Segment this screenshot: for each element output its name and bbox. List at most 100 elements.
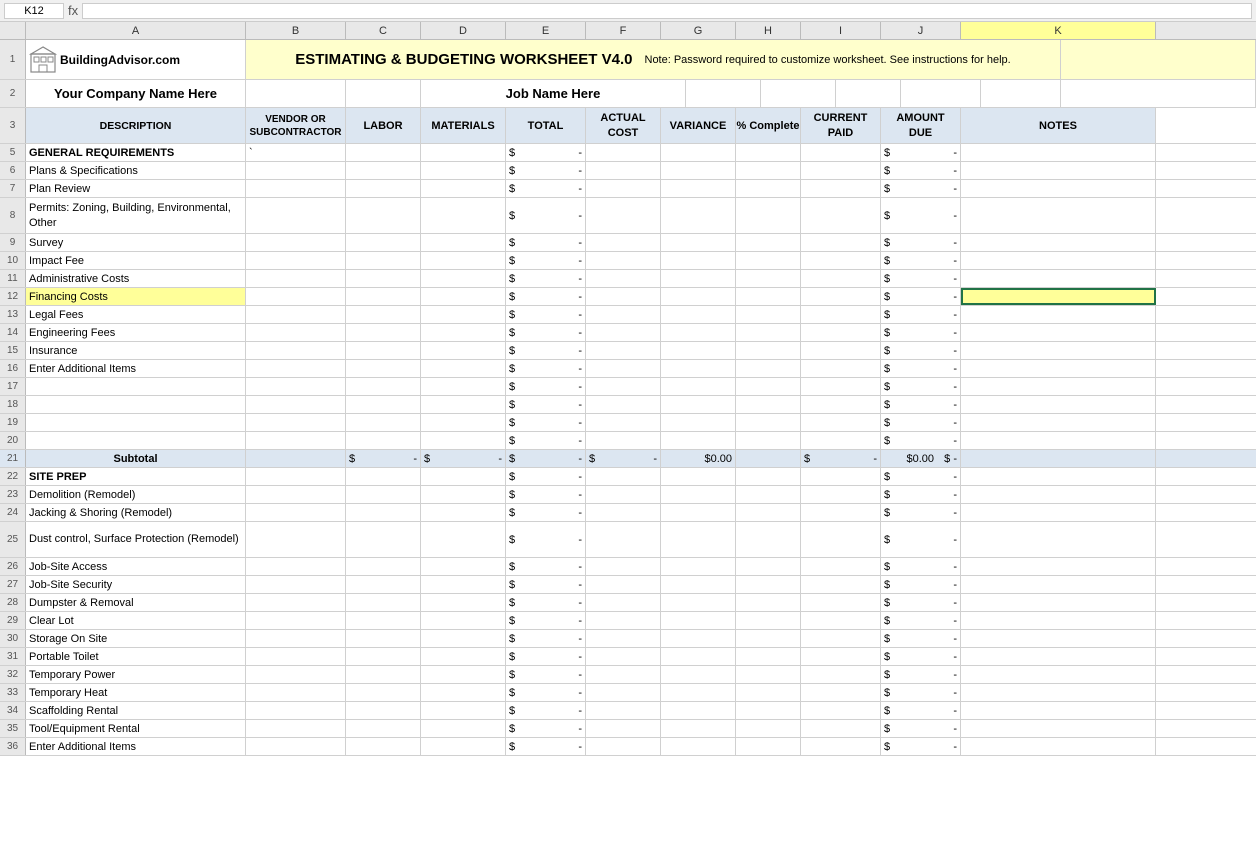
cell-35-variance[interactable]	[661, 720, 736, 737]
cell-17-total[interactable]: $ -	[506, 378, 586, 395]
formula-input[interactable]	[82, 3, 1252, 19]
cell-6-pct[interactable]	[736, 162, 801, 179]
cell-11-paid[interactable]	[801, 270, 881, 287]
cell-22-actual[interactable]	[586, 468, 661, 485]
cell-26-notes[interactable]	[961, 558, 1156, 575]
cell-20-labor[interactable]	[346, 432, 421, 449]
cell-23-total[interactable]: $ -	[506, 486, 586, 503]
cell-20-variance[interactable]	[661, 432, 736, 449]
cell-11-notes[interactable]	[961, 270, 1156, 287]
cell-6-desc[interactable]: Plans & Specifications	[26, 162, 246, 179]
cell-16-paid[interactable]	[801, 360, 881, 377]
cell-23-pct[interactable]	[736, 486, 801, 503]
cell-34-actual[interactable]	[586, 702, 661, 719]
cell-30-actual[interactable]	[586, 630, 661, 647]
cell-29-actual[interactable]	[586, 612, 661, 629]
cell-20-notes[interactable]	[961, 432, 1156, 449]
cell-25-paid[interactable]	[801, 522, 881, 557]
cell-16-due[interactable]: $ -	[881, 360, 961, 377]
cell-13-desc[interactable]: Legal Fees	[26, 306, 246, 323]
cell-19-vendor[interactable]	[246, 414, 346, 431]
cell-24-materials[interactable]	[421, 504, 506, 521]
cell-36-paid[interactable]	[801, 738, 881, 755]
cell-35-paid[interactable]	[801, 720, 881, 737]
cell-29-total[interactable]: $ -	[506, 612, 586, 629]
cell-7-notes[interactable]	[961, 180, 1156, 197]
cell-11-total[interactable]: $ -	[506, 270, 586, 287]
cell-18-paid[interactable]	[801, 396, 881, 413]
cell-32-actual[interactable]	[586, 666, 661, 683]
cell-36-actual[interactable]	[586, 738, 661, 755]
cell-25-actual[interactable]	[586, 522, 661, 557]
cell-15-materials[interactable]	[421, 342, 506, 359]
cell-15-actual[interactable]	[586, 342, 661, 359]
cell-13-due[interactable]: $ -	[881, 306, 961, 323]
cell-26-labor[interactable]	[346, 558, 421, 575]
cell-8-variance[interactable]	[661, 198, 736, 233]
cell-35-materials[interactable]	[421, 720, 506, 737]
cell-32-variance[interactable]	[661, 666, 736, 683]
cell-33-notes[interactable]	[961, 684, 1156, 701]
cell-13-total[interactable]: $ -	[506, 306, 586, 323]
cell-32-due[interactable]: $ -	[881, 666, 961, 683]
cell-25-materials[interactable]	[421, 522, 506, 557]
cell-29-materials[interactable]	[421, 612, 506, 629]
cell-22-vendor[interactable]	[246, 468, 346, 485]
cell-19-total[interactable]: $ -	[506, 414, 586, 431]
cell-10-pct[interactable]	[736, 252, 801, 269]
cell-7-labor[interactable]	[346, 180, 421, 197]
cell-11-desc[interactable]: Administrative Costs	[26, 270, 246, 287]
cell-31-due[interactable]: $ -	[881, 648, 961, 665]
cell-26-variance[interactable]	[661, 558, 736, 575]
cell-24-labor[interactable]	[346, 504, 421, 521]
cell-35-labor[interactable]	[346, 720, 421, 737]
cell-27-labor[interactable]	[346, 576, 421, 593]
cell-21-pct[interactable]	[736, 450, 801, 467]
cell-34-variance[interactable]	[661, 702, 736, 719]
cell-12-desc[interactable]: Financing Costs	[26, 288, 246, 305]
cell-13-variance[interactable]	[661, 306, 736, 323]
cell-15-due[interactable]: $ -	[881, 342, 961, 359]
cell-19-due[interactable]: $ -	[881, 414, 961, 431]
cell-6-actual[interactable]	[586, 162, 661, 179]
cell-34-labor[interactable]	[346, 702, 421, 719]
cell-22-notes[interactable]	[961, 468, 1156, 485]
cell-29-pct[interactable]	[736, 612, 801, 629]
cell-34-pct[interactable]	[736, 702, 801, 719]
cell-23-paid[interactable]	[801, 486, 881, 503]
cell-12-vendor[interactable]	[246, 288, 346, 305]
cell-25-due[interactable]: $ -	[881, 522, 961, 557]
cell-5-labor[interactable]	[346, 144, 421, 161]
cell-35-pct[interactable]	[736, 720, 801, 737]
cell-21-paid[interactable]: $ -	[801, 450, 881, 467]
cell-25-vendor[interactable]	[246, 522, 346, 557]
cell-12-actual[interactable]	[586, 288, 661, 305]
cell-9-actual[interactable]	[586, 234, 661, 251]
cell-17-notes[interactable]	[961, 378, 1156, 395]
cell-15-labor[interactable]	[346, 342, 421, 359]
cell-31-actual[interactable]	[586, 648, 661, 665]
cell-18-pct[interactable]	[736, 396, 801, 413]
cell-29-notes[interactable]	[961, 612, 1156, 629]
cell-20-total[interactable]: $ -	[506, 432, 586, 449]
cell-19-paid[interactable]	[801, 414, 881, 431]
cell-18-variance[interactable]	[661, 396, 736, 413]
cell-14-materials[interactable]	[421, 324, 506, 341]
company-name-cell[interactable]: Your Company Name Here	[26, 80, 246, 107]
cell-17-paid[interactable]	[801, 378, 881, 395]
cell-34-materials[interactable]	[421, 702, 506, 719]
cell-31-total[interactable]: $ -	[506, 648, 586, 665]
col-header-f[interactable]: F	[586, 22, 661, 39]
cell-25-variance[interactable]	[661, 522, 736, 557]
cell-6-paid[interactable]	[801, 162, 881, 179]
cell-33-pct[interactable]	[736, 684, 801, 701]
cell-5-notes[interactable]	[961, 144, 1156, 161]
cell-23-notes[interactable]	[961, 486, 1156, 503]
cell-22-paid[interactable]	[801, 468, 881, 485]
cell-33-materials[interactable]	[421, 684, 506, 701]
cell-26-vendor[interactable]	[246, 558, 346, 575]
cell-16-total[interactable]: $ -	[506, 360, 586, 377]
cell-22-total[interactable]: $ -	[506, 468, 586, 485]
cell-35-notes[interactable]	[961, 720, 1156, 737]
cell-10-actual[interactable]	[586, 252, 661, 269]
